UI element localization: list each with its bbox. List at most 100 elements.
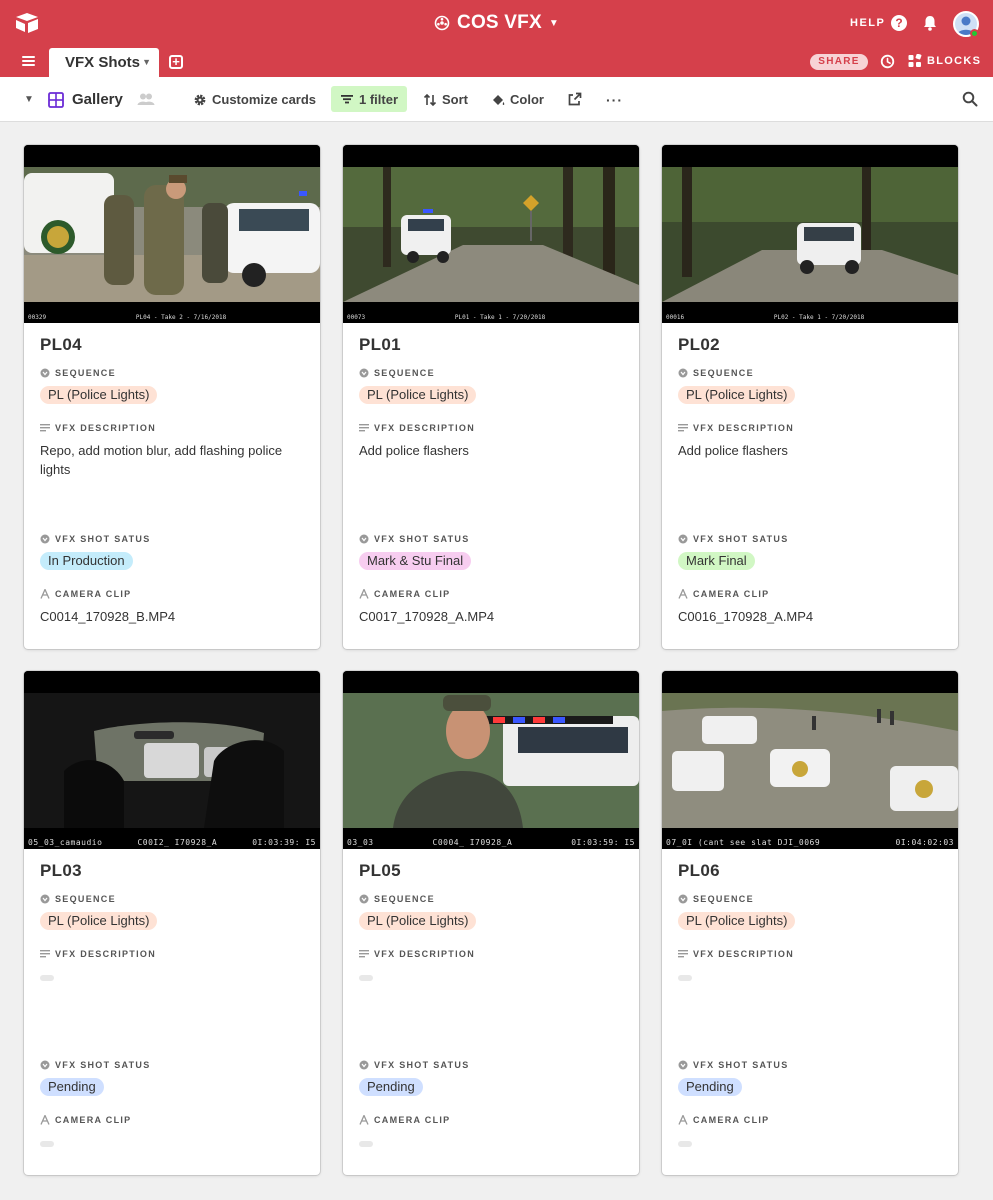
text-field-icon — [359, 1115, 369, 1125]
field-label-sequence: SEQUENCE — [678, 894, 754, 904]
empty-value-placeholder — [359, 1141, 373, 1147]
tab-vfx-shots[interactable]: VFX Shots ▼ — [49, 48, 159, 77]
field-label-text: VFX DESCRIPTION — [374, 949, 476, 959]
chevron-down-icon: ▼ — [548, 17, 559, 29]
field-label-text: VFX SHOT SATUS — [693, 1060, 789, 1070]
camera-clip-value: C0016_170928_A.MP4 — [678, 609, 814, 624]
record-card[interactable]: 00073 PL01 - Take 1 - 7/20/2018 PL01 SEQ… — [343, 145, 639, 649]
history-icon[interactable] — [880, 54, 895, 69]
timecode-overlay: 00329 PL04 - Take 2 - 7/16/2018 — [24, 314, 320, 321]
single-select-icon — [40, 1060, 50, 1070]
base-title[interactable]: COS VFX ▼ — [0, 12, 993, 37]
timecode-left: 00329 — [28, 314, 47, 321]
single-select-icon — [359, 1060, 369, 1070]
gallery-icon — [48, 91, 64, 108]
blocks-label: BLOCKS — [927, 55, 982, 67]
timecode-overlay: 07_0I (cant see slat DJI_0069 0I:04:02:0… — [662, 838, 958, 847]
view-list-toggle-icon[interactable]: ▼ — [24, 77, 34, 122]
long-text-icon — [40, 950, 50, 958]
field-label-text: CAMERA CLIP — [55, 1115, 132, 1125]
record-card[interactable]: 00329 PL04 - Take 2 - 7/16/2018 PL04 SEQ… — [24, 145, 320, 649]
record-card[interactable]: 03_03 C0004_ I70928_A 0I:03:59: I5 PL05 … — [343, 671, 639, 1175]
share-view-icon[interactable] — [568, 92, 582, 106]
menu-icon[interactable] — [22, 56, 35, 66]
sequence-pill: PL (Police Lights) — [359, 386, 477, 404]
field-label-text: CAMERA CLIP — [693, 1115, 770, 1125]
help-icon[interactable]: ? — [891, 15, 907, 31]
sequence-pill: PL (Police Lights) — [40, 912, 158, 930]
field-label-text: VFX SHOT SATUS — [55, 1060, 151, 1070]
single-select-icon — [40, 534, 50, 544]
filter-button[interactable]: 1 filter — [331, 86, 408, 112]
base-icon — [434, 15, 450, 31]
add-table-icon[interactable]: + — [169, 55, 183, 69]
record-card[interactable]: 05_03_camaudio C00I2_ I70928_A 0I:03:39:… — [24, 671, 320, 1175]
field-label-text: CAMERA CLIP — [693, 589, 770, 599]
card-title: PL03 — [40, 861, 82, 880]
card-cover-image: 03_03 C0004_ I70928_A 0I:03:59: I5 — [343, 671, 639, 849]
long-text-icon — [359, 950, 369, 958]
long-text-icon — [359, 424, 369, 432]
sort-button[interactable]: Sort — [423, 77, 468, 122]
customize-label: Customize cards — [212, 92, 317, 107]
card-title: PL02 — [678, 335, 720, 354]
field-label-status: VFX SHOT SATUS — [359, 534, 470, 544]
field-label-sequence: SEQUENCE — [678, 368, 754, 378]
record-card[interactable]: 07_0I (cant see slat DJI_0069 0I:04:02:0… — [662, 671, 958, 1175]
filter-label: 1 filter — [359, 91, 399, 107]
timecode-right: 0I:03:39: I5 — [252, 838, 316, 847]
filter-icon — [341, 95, 353, 104]
field-label-text: VFX DESCRIPTION — [693, 423, 795, 433]
empty-value-placeholder — [40, 1141, 54, 1147]
more-options-button[interactable]: ··· — [606, 77, 623, 122]
field-label-status: VFX SHOT SATUS — [678, 1060, 789, 1070]
field-label-clip: CAMERA CLIP — [359, 589, 450, 599]
text-field-icon — [678, 589, 688, 599]
bell-icon[interactable] — [922, 14, 938, 32]
field-label-text: VFX DESCRIPTION — [55, 949, 157, 959]
field-label-text: VFX SHOT SATUS — [374, 1060, 470, 1070]
single-select-icon — [40, 368, 50, 378]
field-label-sequence: SEQUENCE — [40, 368, 116, 378]
share-button[interactable]: SHARE — [810, 54, 868, 70]
timecode-middle: PL04 - Take 2 - 7/16/2018 — [135, 314, 227, 321]
timecode-middle: PL02 - Take 1 - 7/20/2018 — [773, 314, 865, 321]
card-cover-image: 00329 PL04 - Take 2 - 7/16/2018 — [24, 145, 320, 323]
timecode-overlay: 00016 PL02 - Take 1 - 7/20/2018 — [662, 314, 958, 321]
field-label-text: CAMERA CLIP — [374, 589, 451, 599]
search-icon[interactable] — [962, 91, 978, 107]
camera-clip-value: C0017_170928_A.MP4 — [359, 609, 495, 624]
status-pill: In Production — [40, 552, 133, 570]
field-label-description: VFX DESCRIPTION — [359, 423, 475, 433]
long-text-icon — [678, 950, 688, 958]
help-button[interactable]: HELP — [850, 17, 885, 29]
color-button[interactable]: Color — [491, 77, 544, 122]
status-pill: Mark & Stu Final — [359, 552, 472, 570]
timecode-left: 00073 — [347, 314, 366, 321]
field-label-text: SEQUENCE — [693, 894, 754, 904]
status-pill: Pending — [359, 1078, 423, 1096]
field-label-clip: CAMERA CLIP — [40, 589, 131, 599]
field-label-clip: CAMERA CLIP — [359, 1115, 450, 1125]
description-value: Add police flashers — [359, 443, 469, 458]
card-title: PL01 — [359, 335, 401, 354]
status-pill: Pending — [678, 1078, 742, 1096]
single-select-icon — [40, 894, 50, 904]
field-label-status: VFX SHOT SATUS — [40, 1060, 151, 1070]
text-field-icon — [359, 589, 369, 599]
field-label-text: VFX DESCRIPTION — [693, 949, 795, 959]
view-switcher[interactable]: Gallery — [48, 77, 123, 122]
empty-value-placeholder — [678, 975, 692, 981]
field-label-clip: CAMERA CLIP — [678, 1115, 769, 1125]
customize-cards-button[interactable]: Customize cards — [193, 77, 316, 122]
field-label-description: VFX DESCRIPTION — [40, 949, 156, 959]
record-card[interactable]: 00016 PL02 - Take 1 - 7/20/2018 PL02 SEQ… — [662, 145, 958, 649]
single-select-icon — [678, 368, 688, 378]
timecode-middle: PL01 - Take 1 - 7/20/2018 — [454, 314, 546, 321]
blocks-button[interactable]: BLOCKS — [908, 54, 981, 68]
collaborators-icon[interactable] — [137, 92, 155, 106]
field-label-status: VFX SHOT SATUS — [678, 534, 789, 544]
chevron-down-icon[interactable]: ▼ — [142, 57, 151, 67]
field-label-description: VFX DESCRIPTION — [40, 423, 156, 433]
timecode-middle: C0004_ I70928_A — [432, 838, 513, 847]
